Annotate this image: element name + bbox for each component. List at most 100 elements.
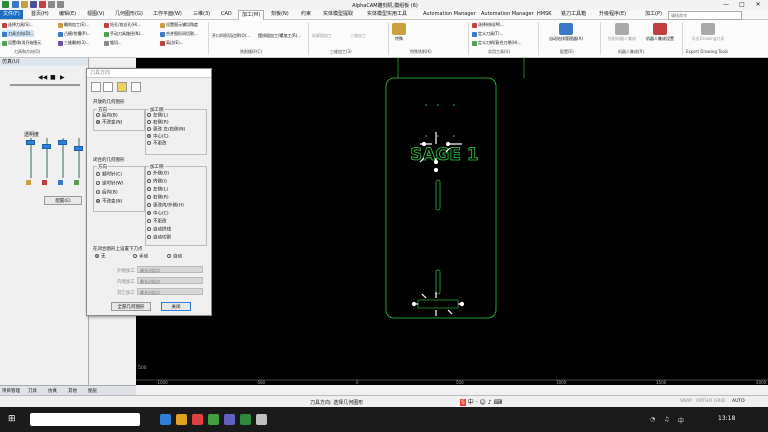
- radio-closed-auto-cut[interactable]: 自动切割: [147, 235, 171, 241]
- tab-solid-utilities[interactable]: 实体模型实用工具: [364, 10, 410, 19]
- folder-icon[interactable]: [117, 82, 127, 92]
- tab-view[interactable]: 视图(V): [84, 10, 107, 19]
- panel-tab-layers[interactable]: 图层: [88, 388, 97, 394]
- undo-icon[interactable]: [48, 1, 55, 8]
- explorer-icon[interactable]: [176, 414, 187, 425]
- volume-icon[interactable]: ♫: [664, 416, 669, 423]
- saw-button[interactable]: 锯切...: [104, 39, 122, 46]
- plate-outline[interactable]: [385, 77, 497, 319]
- radio-open-backward[interactable]: 后向(B): [96, 113, 118, 119]
- panel-tab-tools[interactable]: 刀具: [28, 388, 37, 394]
- tab-machining[interactable]: 加工(M): [238, 10, 265, 20]
- panel-tab-simulation[interactable]: 仿真: [48, 388, 57, 394]
- radio-start-manual[interactable]: 手动: [133, 254, 148, 260]
- tab-3d[interactable]: 三维(3): [190, 10, 213, 19]
- toolbar-icon[interactable]: [103, 82, 113, 92]
- app-icon[interactable]: [256, 414, 267, 425]
- tool-direction-button[interactable]: 刀具方向(D)...: [2, 30, 35, 37]
- radio-closed-auto-line[interactable]: 自动挤线: [147, 227, 171, 233]
- radio-closed-nochange[interactable]: 不改变(N): [96, 199, 122, 205]
- panel-tab-project[interactable]: 项目管理: [2, 388, 20, 394]
- stop-icon[interactable]: ■: [50, 74, 56, 81]
- save-icon[interactable]: [131, 82, 141, 92]
- color-swatch-icon[interactable]: [42, 180, 47, 185]
- radio-closed-inside[interactable]: 内侧(I): [147, 179, 167, 185]
- tab-workplane[interactable]: 工作平面(W): [150, 10, 185, 19]
- trochoidal-button[interactable]: 摆线粗加工/螺加工(R)...: [258, 32, 301, 39]
- tab-automation-2[interactable]: Automation Manager: [478, 10, 537, 19]
- command-search-input[interactable]: 请找命令: [668, 11, 742, 20]
- radio-closed-backward[interactable]: 后向(B): [96, 190, 118, 196]
- speed-slider[interactable]: [10, 84, 80, 86]
- tab-geometry[interactable]: 几何图形(G): [112, 10, 146, 19]
- radio-closed-ccw[interactable]: 逆时针(W): [96, 181, 123, 187]
- radio-closed-cw[interactable]: 顺时针(C): [96, 172, 122, 178]
- contour-rough-button[interactable]: 轮廓粗加工: [312, 32, 332, 39]
- redo-icon[interactable]: [57, 1, 64, 8]
- tab-automation-1[interactable]: Automation Manager: [420, 10, 479, 19]
- radio-open-center[interactable]: 中心(C): [147, 134, 169, 140]
- slider-knob[interactable]: [74, 146, 83, 151]
- tab-cad[interactable]: CAD: [218, 10, 235, 19]
- radio-open-nochange[interactable]: 不改变(N): [96, 120, 122, 126]
- slider-track[interactable]: [78, 138, 80, 178]
- all-geometries-button[interactable]: 全部几何图形: [111, 302, 151, 311]
- status-ortho[interactable]: ORTHO: [696, 399, 712, 404]
- maximize-button[interactable]: □: [734, 0, 750, 10]
- pocket-button[interactable]: 凸模/挖槽(P)...: [58, 30, 91, 37]
- configure-button[interactable]: 配置(E): [44, 196, 82, 205]
- slot-outline[interactable]: [435, 179, 441, 211]
- network-icon[interactable]: ◔: [650, 416, 655, 423]
- edge-button[interactable]: 离边(E)...: [160, 39, 183, 46]
- save-icon[interactable]: [30, 1, 37, 8]
- manual-toolpath-button[interactable]: 手动刀具路径(N)...: [104, 30, 144, 37]
- rewind-icon[interactable]: ◀◀: [38, 74, 47, 81]
- taskbar-search-input[interactable]: [30, 413, 140, 426]
- close-button[interactable]: ✕: [750, 0, 766, 10]
- radio-open-right[interactable]: 右侧(R): [147, 120, 169, 126]
- define-holder-button[interactable]: 定义刀柄/复合刀柄(H)...: [472, 39, 521, 46]
- slider-knob[interactable]: [58, 140, 67, 145]
- ime-toolbar[interactable]: S 中 · ☺ ♪ ⌨: [460, 397, 502, 406]
- status-snap[interactable]: SNAP: [680, 399, 692, 404]
- tab-upgrade[interactable]: 升级程序(E): [596, 10, 629, 19]
- radio-closed-nochange-side[interactable]: 不更改: [147, 219, 167, 225]
- chat-icon[interactable]: [208, 414, 219, 425]
- tab-toolbox[interactable]: 铣刀工具箱: [558, 10, 589, 19]
- other-start-field[interactable]: 最长边起点: [137, 288, 203, 295]
- tab-home[interactable]: 首页(H): [28, 10, 52, 19]
- 3d-machining-button[interactable]: 三维加工: [350, 32, 366, 39]
- set-start-element-button[interactable]: 设置/取消开始图元: [2, 39, 41, 46]
- color-swatch-icon[interactable]: [74, 180, 79, 185]
- merge-cut-button[interactable]: 合并图形间切割...: [160, 30, 198, 37]
- drill-tap-button[interactable]: 钻孔/攻丝孔(H)...: [104, 21, 141, 28]
- outside-start-field[interactable]: 最长边起点: [137, 266, 203, 273]
- tab-engrave[interactable]: 刻板(N): [268, 10, 292, 19]
- engrave-button[interactable]: 雕刻加工(E)...: [58, 21, 89, 28]
- select-material-button[interactable]: 选择材料(M)...: [472, 21, 504, 28]
- robot-drill-button[interactable]: 钻削机器人集成: [604, 23, 640, 42]
- slider-knob[interactable]: [42, 144, 51, 149]
- radio-start-none[interactable]: 无: [95, 254, 106, 260]
- windows-start-icon[interactable]: ⊞: [8, 414, 19, 425]
- radio-start-auto[interactable]: 自动: [167, 254, 182, 260]
- inside-start-field[interactable]: 最长边起点: [137, 277, 203, 284]
- play-icon[interactable]: ▶: [60, 74, 65, 81]
- robot-settings-button[interactable]: 机器人集成设置: [642, 23, 678, 42]
- set-cut-angle-button[interactable]: 设置图元辅切角度: [160, 21, 198, 28]
- toolbar-icon[interactable]: [91, 82, 101, 92]
- alphacam-taskbar-icon[interactable]: [240, 414, 251, 425]
- ime-tray-icon[interactable]: 中: [678, 416, 684, 425]
- radio-closed-swap[interactable]: 更改内/外侧(H): [147, 203, 184, 209]
- print-icon[interactable]: [39, 1, 46, 8]
- define-tool-button[interactable]: 定义刀具(T)...: [472, 30, 503, 37]
- tab-hmsk[interactable]: HMSK: [534, 10, 555, 19]
- drawing-canvas[interactable]: SAGE 1 -1000 -500 0 500 1000 1500 2000 500: [136, 58, 768, 385]
- tab-process[interactable]: 加工(P): [642, 10, 665, 19]
- auto-nesting-manager-button[interactable]: 自动钻排管理器(A): [540, 23, 592, 42]
- tab-solid-extract[interactable]: 实体模型提取: [320, 10, 356, 19]
- panel-tab-other[interactable]: 其他: [68, 388, 77, 394]
- mail-icon[interactable]: [224, 414, 235, 425]
- color-swatch-icon[interactable]: [26, 180, 31, 185]
- radio-closed-right[interactable]: 右侧(R): [147, 195, 169, 201]
